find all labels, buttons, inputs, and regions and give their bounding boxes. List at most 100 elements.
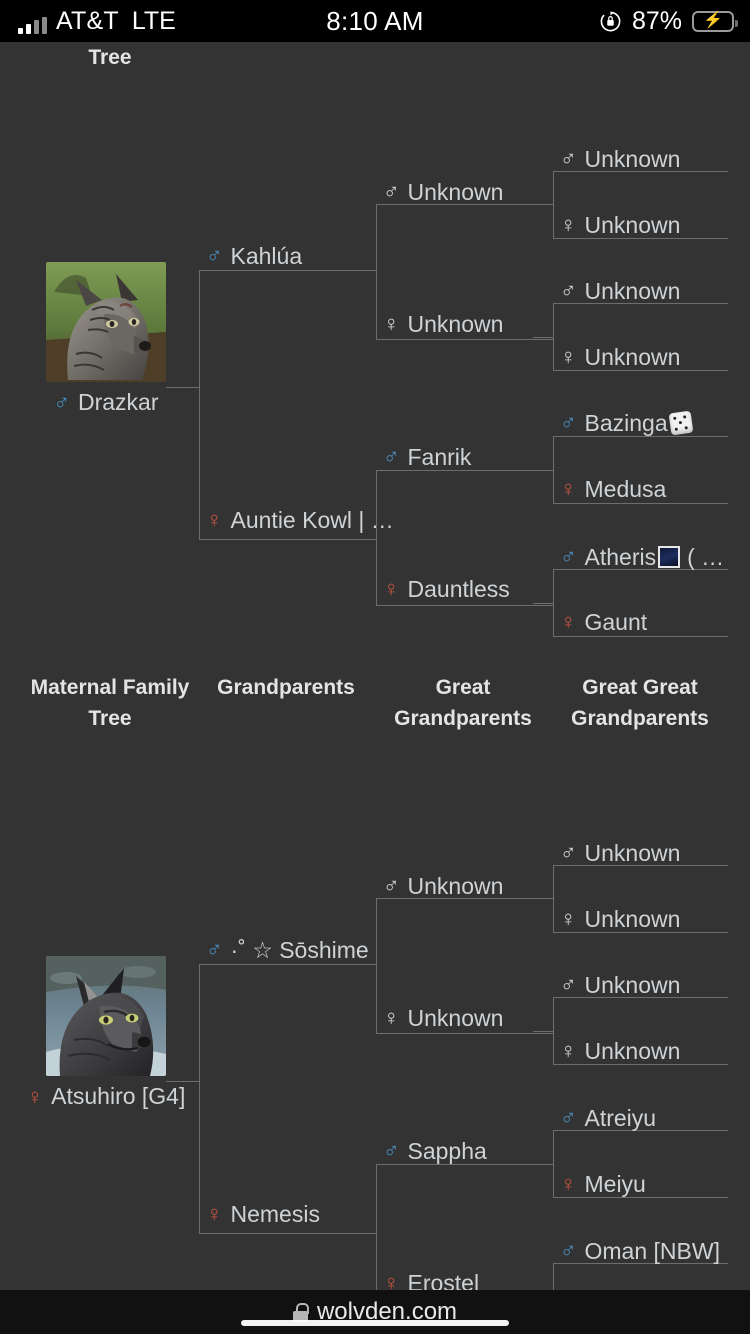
paternal-ggf-4-suffix: ( …	[687, 544, 725, 570]
female-symbol-icon: ♀	[560, 212, 577, 237]
maternal-header-great-great-grandparents: Great Great Grandparents	[554, 672, 726, 734]
paternal-ggm-2-name: Unknown	[584, 344, 681, 370]
paternal-subject-portrait[interactable]	[46, 262, 166, 382]
dice-emoji	[668, 410, 694, 436]
maternal-mother-name: Nemesis	[230, 1201, 320, 1227]
female-symbol-icon: ♀	[560, 344, 577, 369]
maternal-header-tree-line1: Maternal Family	[30, 676, 190, 699]
male-symbol-icon: ♂	[383, 873, 400, 898]
paternal-grandfather-1[interactable]: ♂ Unknown	[383, 178, 503, 206]
female-symbol-icon: ♀	[26, 1083, 44, 1109]
paternal-mother[interactable]: ♀ Auntie Kowl | …	[206, 506, 394, 534]
paternal-ggf-3[interactable]: ♂ Bazinga	[560, 409, 694, 437]
male-symbol-icon: ♂	[383, 444, 400, 469]
paternal-ggm-2[interactable]: ♀ Unknown	[560, 343, 680, 371]
paternal-ggf-4-name: Atheris	[584, 544, 657, 570]
page-content: Paternal Family Tree Grandparents Great …	[0, 42, 750, 1290]
paternal-grandfather-1-name: Unknown	[407, 179, 504, 205]
female-symbol-icon: ♀	[560, 1038, 577, 1063]
connector-gg-3	[533, 470, 553, 471]
maternal-ggm-2[interactable]: ♀ Unknown	[560, 1037, 680, 1065]
carrier-label: AT&T	[56, 6, 119, 35]
paternal-subject-label[interactable]: ♂ Drazkar	[46, 389, 166, 416]
female-symbol-icon: ♀	[383, 1270, 400, 1291]
maternal-ggm-1[interactable]: ♀ Unknown	[560, 905, 680, 933]
paternal-ggm-4[interactable]: ♀ Gaunt	[560, 608, 647, 636]
paternal-grandmother-2-name: Dauntless	[407, 576, 510, 602]
paternal-grandmother-1[interactable]: ♀ Unknown	[383, 310, 503, 338]
maternal-grandmother-2-name: Erostel	[407, 1270, 480, 1290]
connector-gg-2	[533, 337, 553, 338]
browser-url-bar[interactable]: wolvden.com	[0, 1290, 750, 1334]
home-indicator[interactable]	[241, 1320, 509, 1326]
connector-mother-to-grandparents	[356, 539, 376, 540]
maternal-ggf-1[interactable]: ♂ Unknown	[560, 839, 680, 867]
paternal-bracket: ♂ Drazkar ♂ Kahlúa ♀ Auntie Kowl | … ♂ U…	[0, 62, 750, 662]
paternal-father[interactable]: ♂ Kahlúa	[206, 242, 302, 270]
milky-way-emoji	[658, 546, 681, 568]
connector-gg-4	[533, 603, 553, 604]
maternal-bracket: ♀ Atsuhiro [G4] ♂ ·˚ ☆ Sōshime ♀ Nemesis	[0, 742, 750, 1290]
female-symbol-icon: ♀	[560, 609, 577, 634]
male-symbol-icon: ♂	[560, 972, 577, 997]
paternal-grandfather-2[interactable]: ♂ Fanrik	[383, 443, 471, 471]
network-type-label: LTE	[131, 6, 176, 35]
maternal-connector-gg-3	[533, 1164, 553, 1165]
paternal-ggm-1[interactable]: ♀ Unknown	[560, 211, 680, 239]
maternal-ggf-3-name: Atreiyu	[584, 1105, 657, 1131]
connector-gg-1	[533, 204, 553, 205]
male-symbol-icon: ♂	[560, 278, 577, 303]
maternal-mother[interactable]: ♀ Nemesis	[206, 1200, 320, 1228]
maternal-header-tree-line2: Tree	[88, 707, 132, 730]
maternal-subject[interactable]: ♀ Atsuhiro [G4]	[27, 956, 186, 1110]
maternal-ggm-3[interactable]: ♀ Meiyu	[560, 1170, 646, 1198]
maternal-ggf-2[interactable]: ♂ Unknown	[560, 971, 680, 999]
maternal-father-name: ·˚ ☆ Sōshime	[230, 937, 369, 963]
maternal-connector-mother-to-grandparents	[356, 1233, 376, 1234]
maternal-father[interactable]: ♂ ·˚ ☆ Sōshime	[206, 936, 369, 964]
status-bar-right: 87% ⚡	[450, 6, 750, 35]
paternal-mother-name: Auntie Kowl | …	[230, 507, 394, 533]
lock-icon	[292, 1302, 309, 1322]
paternal-ggf-2[interactable]: ♂ Unknown	[560, 277, 680, 305]
maternal-header-great-line1: Great	[435, 676, 491, 699]
paternal-subject[interactable]: ♂ Drazkar	[46, 262, 166, 416]
paternal-ggm-3[interactable]: ♀ Medusa	[560, 475, 666, 503]
connector-father-to-grandparents	[356, 270, 376, 271]
paternal-grandmother-2[interactable]: ♀ Dauntless	[383, 575, 510, 603]
paternal-ggm-4-name: Gaunt	[584, 609, 648, 635]
maternal-grandmother-2[interactable]: ♀ Erostel	[383, 1269, 479, 1290]
male-symbol-icon: ♂	[560, 146, 577, 171]
maternal-grandfather-1[interactable]: ♂ Unknown	[383, 872, 503, 900]
male-symbol-icon: ♂	[206, 937, 223, 962]
paternal-ggf-1[interactable]: ♂ Unknown	[560, 145, 680, 173]
maternal-grandfather-2[interactable]: ♂ Sappha	[383, 1137, 487, 1165]
male-symbol-icon: ♂	[560, 544, 577, 569]
maternal-connector-gg-2	[533, 1031, 553, 1032]
female-symbol-icon: ♀	[560, 906, 577, 931]
male-symbol-icon: ♂	[383, 1138, 400, 1163]
maternal-ggf-3[interactable]: ♂ Atreiyu	[560, 1104, 656, 1132]
female-symbol-icon: ♀	[206, 1201, 223, 1226]
maternal-ggf-2-name: Unknown	[584, 972, 681, 998]
maternal-subject-portrait[interactable]	[46, 956, 166, 1076]
battery-percent-label: 87%	[631, 6, 682, 35]
signal-bars-icon	[18, 16, 47, 34]
male-symbol-icon: ♂	[560, 410, 577, 435]
maternal-grandmother-1[interactable]: ♀ Unknown	[383, 1004, 503, 1032]
status-bar: AT&T LTE 8:10 AM 87% ⚡	[0, 0, 750, 42]
female-symbol-icon: ♀	[206, 507, 223, 532]
paternal-ggf-1-name: Unknown	[584, 146, 681, 172]
paternal-grandfather-2-name: Fanrik	[407, 444, 472, 470]
status-bar-left: AT&T LTE	[0, 6, 300, 35]
maternal-ggm-2-name: Unknown	[584, 1038, 681, 1064]
maternal-subject-name: Atsuhiro [G4]	[51, 1083, 186, 1109]
parents-bracket-box	[199, 270, 376, 540]
maternal-header-greatgreat-line1: Great Great	[582, 676, 698, 699]
female-symbol-icon: ♀	[560, 476, 577, 501]
maternal-ggf-4[interactable]: ♂ Oman [NBW]	[560, 1237, 720, 1265]
male-symbol-icon: ♂	[560, 840, 577, 865]
paternal-ggf-4[interactable]: ♂ Atheris ( …	[560, 543, 724, 571]
maternal-subject-label[interactable]: ♀ Atsuhiro [G4]	[27, 1083, 186, 1110]
phone-screen: AT&T LTE 8:10 AM 87% ⚡ Tree ♂ Drazkar ♂ …	[0, 0, 750, 1334]
